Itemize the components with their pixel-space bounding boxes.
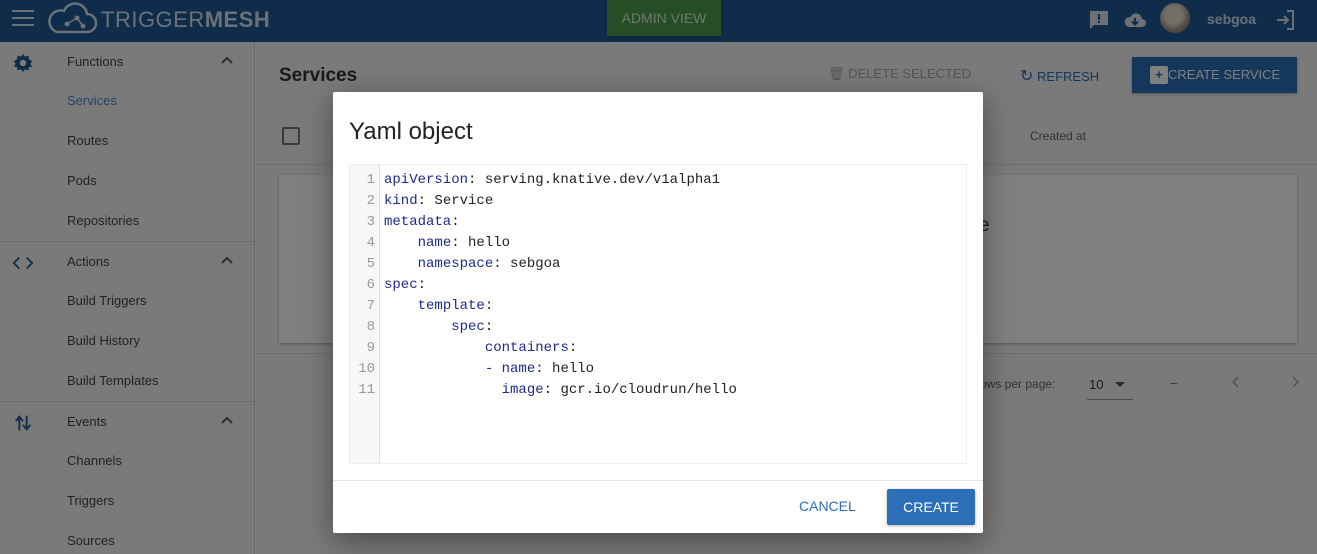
yaml-value: sebgoa [501,256,561,272]
yaml-key: name [417,235,452,251]
line-number: 9 [366,340,375,356]
code-line: 8 spec: [350,317,966,338]
yaml-value: hello [543,361,595,377]
code-line: 5 namespace: sebgoa [350,254,966,275]
line-number: 7 [366,298,375,314]
yaml-key: apiVersion [384,172,469,188]
yaml-key: namespace [417,256,494,272]
yaml-value: Service [426,193,494,209]
line-number: 4 [366,235,375,251]
code-text: name: hello [384,233,510,254]
code-text: image: gcr.io/cloudrun/hello [384,380,737,401]
code-text: spec: [384,277,427,293]
line-number: 8 [366,319,375,335]
code-line: 2 kind: Service [350,191,966,212]
line-number: 6 [366,277,375,293]
yaml-key: containers [484,340,569,356]
code-text: template: [384,296,494,317]
yaml-value: gcr.io/cloudrun/hello [552,382,737,398]
code-text: kind: Service [384,193,494,209]
code-line: 6 spec: [350,275,966,296]
code-text: containers: [384,338,577,359]
line-number: 1 [366,172,375,188]
yaml-value: serving.knative.dev/v1alpha1 [476,172,721,188]
yaml-key: - name [484,361,536,377]
code-text: namespace: sebgoa [384,254,561,275]
code-line: 9 containers: [350,338,966,359]
yaml-key: spec [451,319,485,335]
code-text: metadata: [384,214,460,230]
yaml-key: metadata [384,214,452,230]
line-number: 5 [366,256,375,272]
yaml-value: hello [459,235,511,251]
cancel-button[interactable]: CANCEL [799,498,856,514]
code-line: 4 name: hello [350,233,966,254]
create-button[interactable]: CREATE [887,489,975,525]
yaml-key: image [501,382,544,398]
code-text: - name: hello [384,359,594,380]
code-line: 10 - name: hello [350,359,966,380]
code-line: 1 apiVersion: serving.knative.dev/v1alpha… [350,170,966,191]
dialog-divider [333,480,983,481]
yaml-key: template [417,298,485,314]
line-number: 2 [366,193,375,209]
code-text: spec: [384,317,493,338]
code-line: 7 template: [350,296,966,317]
yaml-key: kind [384,193,418,209]
line-number: 11 [358,382,375,398]
line-number: 10 [358,361,375,377]
line-number: 3 [366,214,375,230]
yaml-editor[interactable]: 1 apiVersion: serving.knative.dev/v1alpha… [349,164,967,464]
code-text: apiVersion: serving.knative.dev/v1alpha1 [384,172,721,188]
dialog-title: Yaml object [349,118,473,145]
yaml-key: spec [384,277,418,293]
yaml-dialog: Yaml object 1 apiVersion: serving.knative… [333,92,983,533]
code-line: 11 image: gcr.io/cloudrun/hello [350,380,966,401]
code-line: 3 metadata: [350,212,966,233]
